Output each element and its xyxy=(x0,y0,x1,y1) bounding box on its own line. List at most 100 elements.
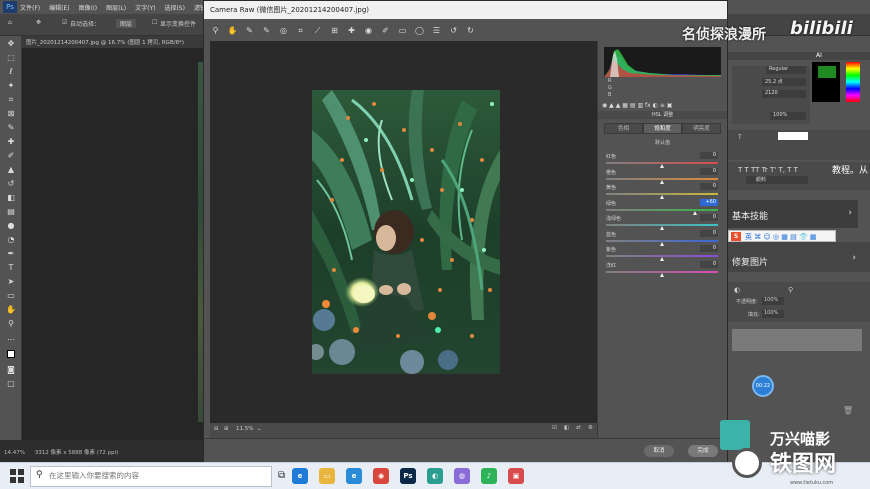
color-sampler-icon[interactable]: ✎ xyxy=(261,25,272,36)
presets-icon[interactable]: ≡ xyxy=(660,102,665,109)
crop-icon[interactable]: ⌗ xyxy=(3,94,19,106)
stamp-icon[interactable]: ▲ xyxy=(3,164,19,176)
move-icon[interactable]: ✥ xyxy=(3,38,19,50)
hsl-slider[interactable]: 橙色 0 xyxy=(606,167,718,184)
adjust-brush-icon[interactable]: ✐ xyxy=(380,25,391,36)
photoshop-icon[interactable]: Ps xyxy=(400,468,416,484)
rotate-ccw-icon[interactable]: ↺ xyxy=(448,25,459,36)
360-icon[interactable]: ◍ xyxy=(454,468,470,484)
tab-hue[interactable]: 色相 xyxy=(604,123,643,134)
red-eye-icon[interactable]: ◉ xyxy=(363,25,374,36)
slider-value-field[interactable]: 0 xyxy=(700,214,718,221)
font-size-field[interactable]: 25.2 点 xyxy=(762,78,806,86)
preferences-icon[interactable]: ☰ xyxy=(431,25,442,36)
image-preview[interactable] xyxy=(210,41,597,423)
slider-value-field[interactable]: 0 xyxy=(700,183,718,190)
hsl-slider[interactable]: 洋红 0 xyxy=(606,260,718,277)
slider-thumb[interactable] xyxy=(659,164,664,168)
slider-thumb[interactable] xyxy=(659,272,664,277)
sogou-ime-toolbar[interactable]: S 英 ⌘ ☺ ◎ ▦ ▤ 👕 ▦ xyxy=(728,230,836,242)
slider-value-field[interactable]: 0 xyxy=(700,152,718,159)
status-zoom[interactable]: 14.47% xyxy=(4,450,25,456)
history-brush-icon[interactable]: ↺ xyxy=(3,178,19,190)
frame-icon[interactable]: ⊠ xyxy=(3,108,19,120)
marquee-icon[interactable]: ⬚ xyxy=(3,52,19,64)
slider-thumb[interactable] xyxy=(659,257,664,261)
zoom-in-icon[interactable]: ⊞ xyxy=(224,426,229,432)
rotate-cw-icon[interactable]: ↻ xyxy=(465,25,476,36)
menu-select[interactable]: 选择(S) xyxy=(164,3,185,12)
cancel-button[interactable]: 取消 xyxy=(644,445,674,457)
menu-file[interactable]: 文件(F) xyxy=(20,3,40,12)
tab-luminance[interactable]: 明亮度 xyxy=(682,123,721,134)
slider-value-field[interactable]: 0 xyxy=(700,229,718,237)
effects-icon[interactable]: fx xyxy=(645,102,651,109)
healing-icon[interactable]: ✚ xyxy=(3,136,19,148)
folder-icon[interactable]: ▭ xyxy=(319,468,335,484)
type-icon[interactable]: T xyxy=(3,262,19,274)
default-button[interactable]: 默认值 xyxy=(598,139,727,146)
quick-mask-icon[interactable]: ◙ xyxy=(3,364,19,376)
before-after-icon[interactable]: ◧ xyxy=(564,425,569,431)
zoom-out-icon[interactable]: ⊟ xyxy=(214,426,219,432)
browser-icon[interactable]: ◐ xyxy=(427,468,443,484)
tracking-field[interactable]: 2120 xyxy=(762,90,806,98)
app-icon[interactable]: ▣ xyxy=(508,468,524,484)
tab-saturation[interactable]: 饱和度 xyxy=(643,123,682,134)
eyedropper-icon[interactable]: ✎ xyxy=(3,122,19,134)
view-toggle-icon[interactable]: ☑ xyxy=(552,425,557,431)
blur-icon[interactable]: ● xyxy=(3,220,19,232)
snapshots-icon[interactable]: ▣ xyxy=(667,102,673,109)
hand-tool-icon[interactable]: ✋ xyxy=(227,25,238,36)
chrome-icon[interactable]: ◉ xyxy=(373,468,389,484)
pen-icon[interactable]: ✒ xyxy=(3,248,19,260)
tone-curve-icon[interactable]: ▲ xyxy=(609,102,614,109)
basic-panel-icon[interactable]: ◉ xyxy=(602,102,607,109)
menu-image[interactable]: 图像(I) xyxy=(79,3,97,12)
document-tab[interactable]: 图片_20201214200407.jpg @ 16.7% (图层 1 拷贝, … xyxy=(22,36,206,48)
hsl-slider[interactable]: 黄色 0 xyxy=(606,183,718,199)
layer-row-selected[interactable] xyxy=(732,329,862,351)
hsl-icon[interactable]: ▦ xyxy=(622,102,628,109)
edge-icon[interactable]: e xyxy=(292,468,308,484)
document-canvas[interactable] xyxy=(22,48,206,440)
swap-icon[interactable]: ⇄ xyxy=(576,425,581,431)
slider-thumb[interactable] xyxy=(659,195,664,199)
trash-icon[interactable]: 🗑 xyxy=(843,406,853,415)
slider-value-field[interactable]: +60 xyxy=(700,198,718,206)
hsl-slider[interactable]: 浅绿色 0 xyxy=(606,214,718,230)
zoom-dropdown-icon[interactable]: ⌄ xyxy=(257,426,262,432)
fill-field[interactable]: 100% xyxy=(762,310,784,318)
split-toning-icon[interactable]: ▤ xyxy=(630,102,636,109)
menu-layer[interactable]: 图层(L) xyxy=(106,3,126,12)
paragraph-color-field[interactable] xyxy=(778,132,808,140)
straighten-icon[interactable]: ⟋ xyxy=(312,25,323,36)
slider-value-field[interactable]: 0 xyxy=(700,167,718,175)
brush-icon[interactable]: ✐ xyxy=(3,150,19,162)
search-input[interactable] xyxy=(49,471,259,480)
detail-icon[interactable]: ▲ xyxy=(616,102,621,109)
radial-filter-icon[interactable]: ◯ xyxy=(414,25,425,36)
hsl-slider[interactable]: 绿色 +60 xyxy=(606,198,718,215)
done-button[interactable]: 完成 xyxy=(688,445,718,457)
hue-slider[interactable] xyxy=(846,62,860,102)
windows-start-icon[interactable] xyxy=(10,469,24,483)
slider-thumb[interactable] xyxy=(659,226,664,230)
slider-value-field[interactable]: 0 xyxy=(700,260,718,268)
graduated-filter-icon[interactable]: ▭ xyxy=(397,25,408,36)
color-swatch-icon[interactable] xyxy=(3,350,19,362)
taskbar-search[interactable]: ⚲ xyxy=(30,466,272,487)
transform-icon[interactable]: ⊞ xyxy=(329,25,340,36)
font-style-select[interactable]: Regular xyxy=(766,66,806,74)
retouch-card[interactable]: 修复图片 › xyxy=(728,242,870,272)
dodge-icon[interactable]: ◔ xyxy=(3,234,19,246)
opacity-field[interactable]: 100% xyxy=(762,297,784,305)
screen-mode-icon[interactable]: ▢ xyxy=(3,378,19,390)
basic-skills-card[interactable]: 基本技能 › xyxy=(728,200,858,228)
hsl-slider[interactable]: 红色 0 xyxy=(606,152,718,168)
shape-icon[interactable]: ▭ xyxy=(3,290,19,302)
more-icon[interactable]: … xyxy=(3,332,19,344)
spot-removal-icon[interactable]: ✚ xyxy=(346,25,357,36)
lens-icon[interactable]: ▥ xyxy=(637,102,643,109)
move-tool-icon[interactable]: ✥ xyxy=(36,19,41,26)
